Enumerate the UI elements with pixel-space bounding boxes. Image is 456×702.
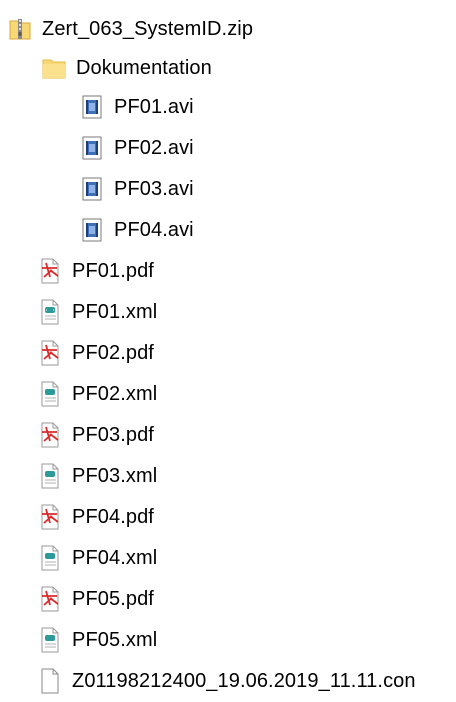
tree-item-folder-dokumentation[interactable]: Dokumentation <box>0 48 212 88</box>
tree-item-video-pf01[interactable]: PF01.avi <box>0 87 194 127</box>
video-file-icon <box>80 176 104 202</box>
video-file-icon <box>80 217 104 243</box>
pdf-file-icon <box>38 504 62 530</box>
tree-item-video-pf03[interactable]: PF03.avi <box>0 169 194 209</box>
pdf-file-icon <box>38 586 62 612</box>
pdf-file-icon <box>38 258 62 284</box>
tree-item-label: PF03.avi <box>114 178 194 200</box>
xml-file-icon <box>38 627 62 653</box>
tree-item-xml-pf01[interactable]: PF01.xml <box>0 292 157 332</box>
zip-folder-icon <box>8 16 32 42</box>
folder-icon <box>42 55 66 81</box>
tree-item-label: Z01198212400_19.06.2019_11.11.con <box>72 670 416 692</box>
tree-item-label: PF02.avi <box>114 137 194 159</box>
tree-item-label: PF04.avi <box>114 219 194 241</box>
xml-file-icon <box>38 463 62 489</box>
tree-item-xml-pf02[interactable]: PF02.xml <box>0 374 157 414</box>
tree-item-label: PF01.avi <box>114 96 194 118</box>
video-file-icon <box>80 135 104 161</box>
tree-item-label: PF01.xml <box>72 301 158 323</box>
pdf-file-icon <box>38 422 62 448</box>
tree-item-zip-archive[interactable]: Zert_063_SystemID.zip <box>0 9 253 49</box>
tree-item-pdf-pf01[interactable]: PF01.pdf <box>0 251 154 291</box>
tree-item-label: PF02.pdf <box>72 342 154 364</box>
tree-item-label: PF02.xml <box>72 383 158 405</box>
xml-file-icon <box>38 381 62 407</box>
tree-item-label: Dokumentation <box>76 57 212 79</box>
tree-item-pdf-pf04[interactable]: PF04.pdf <box>0 497 154 537</box>
xml-file-icon <box>38 545 62 571</box>
xml-file-icon <box>38 299 62 325</box>
video-file-icon <box>80 94 104 120</box>
generic-file-icon <box>38 668 62 694</box>
tree-item-label: PF05.pdf <box>72 588 154 610</box>
tree-item-pdf-pf05[interactable]: PF05.pdf <box>0 579 154 619</box>
pdf-file-icon <box>38 340 62 366</box>
tree-item-label: PF01.pdf <box>72 260 154 282</box>
tree-item-label: PF04.pdf <box>72 506 154 528</box>
tree-item-label: PF05.xml <box>72 629 158 651</box>
tree-item-con-file[interactable]: Z01198212400_19.06.2019_11.11.con <box>0 661 416 701</box>
tree-item-pdf-pf02[interactable]: PF02.pdf <box>0 333 154 373</box>
tree-item-label: Zert_063_SystemID.zip <box>42 18 254 40</box>
tree-item-video-pf04[interactable]: PF04.avi <box>0 210 194 250</box>
tree-item-label: PF04.xml <box>72 547 158 569</box>
tree-item-pdf-pf03[interactable]: PF03.pdf <box>0 415 154 455</box>
tree-item-label: PF03.pdf <box>72 424 154 446</box>
tree-item-video-pf02[interactable]: PF02.avi <box>0 128 194 168</box>
tree-item-xml-pf03[interactable]: PF03.xml <box>0 456 157 496</box>
tree-item-xml-pf04[interactable]: PF04.xml <box>0 538 157 578</box>
file-tree: Zert_063_SystemID.zip Dokumentation PF01… <box>0 0 456 702</box>
tree-item-label: PF03.xml <box>72 465 158 487</box>
tree-item-xml-pf05[interactable]: PF05.xml <box>0 620 157 660</box>
